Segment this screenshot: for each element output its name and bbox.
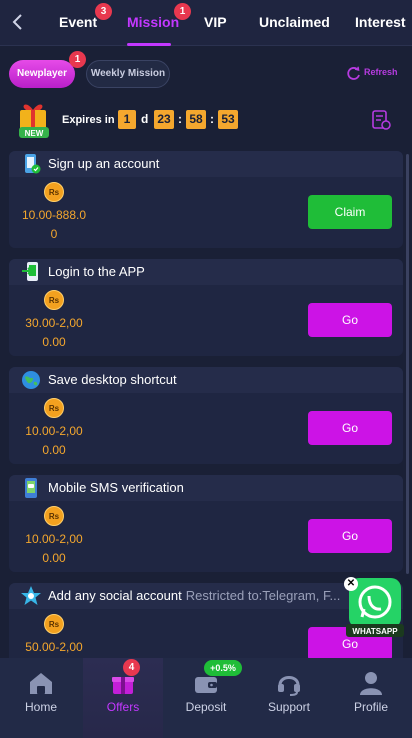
reward-range-tail: 0.00 <box>42 443 66 457</box>
reward-range: 10.00-2,00 <box>25 532 83 546</box>
card-header: Mobile SMS verification <box>9 475 403 501</box>
rupee-coin-icon: Rs <box>44 182 64 202</box>
newplayer-pill[interactable]: Newplayer <box>9 60 75 88</box>
nav-label: Support <box>267 700 311 714</box>
nav-label: Home <box>24 700 57 714</box>
mission-title: Sign up an account <box>48 156 160 171</box>
mission-title: Save desktop shortcut <box>48 372 177 387</box>
newplayer-badge: 1 <box>69 51 86 68</box>
claim-button[interactable]: Claim <box>308 195 392 229</box>
go-button[interactable]: Go <box>308 303 392 337</box>
rupee-coin-icon: Rs <box>44 290 64 310</box>
tab-event[interactable]: Event <box>59 14 97 30</box>
mission-title: Add any social account Restricted to:Tele… <box>48 588 340 603</box>
new-gift-icon: NEW <box>14 100 56 140</box>
close-icon[interactable]: ✕ <box>344 577 358 591</box>
mission-card: Sign up an account Rs 10.00-888.0 0 Clai… <box>9 151 403 248</box>
phone-login-icon <box>20 261 42 283</box>
deposit-bonus-badge: +0.5% <box>204 660 242 676</box>
reward-range: 10.00-888.0 <box>21 208 87 222</box>
timer-colon: : <box>210 112 214 126</box>
weekly-mission-pill[interactable]: Weekly Mission <box>86 60 170 88</box>
phone-check-icon <box>20 153 42 175</box>
tab-interest[interactable]: Interest <box>355 14 406 30</box>
timer-hours: 23 <box>154 110 174 129</box>
offers-badge: 4 <box>123 659 140 676</box>
timer-days: 1 <box>118 110 136 129</box>
timer-day-unit: d <box>141 112 149 126</box>
mission-badge: 1 <box>174 3 191 20</box>
rupee-coin-icon: Rs <box>44 614 64 634</box>
mission-card: Login to the APP Rs 30.00-2,00 0.00 Go <box>9 259 403 356</box>
nav-home[interactable]: Home <box>0 658 82 738</box>
headset-icon <box>275 669 303 697</box>
nav-profile[interactable]: Profile <box>330 658 412 738</box>
reward-range-tail: 0.00 <box>42 551 66 565</box>
restriction-note: Restricted to:Telegram, F... <box>185 588 341 603</box>
rupee-coin-icon: Rs <box>44 506 64 526</box>
event-badge: 3 <box>95 3 112 20</box>
reward-range: 30.00-2,00 <box>25 316 83 330</box>
phone-sms-icon <box>20 477 42 499</box>
mission-card: Save desktop shortcut Rs 10.00-2,00 0.00… <box>9 367 403 464</box>
home-icon <box>27 669 55 697</box>
timer-colon: : <box>178 112 182 126</box>
reward-range: 50.00-2,00 <box>25 640 83 654</box>
mission-title: Login to the APP <box>48 264 145 279</box>
timer-minutes: 58 <box>186 110 206 129</box>
back-arrow-icon[interactable] <box>8 12 28 32</box>
whatsapp-label: WHATSAPP <box>352 627 398 636</box>
mission-title-text: Add any social account <box>48 588 182 603</box>
reward-range-tail: 0.00 <box>42 335 66 349</box>
nav-label: Deposit <box>185 700 227 714</box>
tab-unclaimed[interactable]: Unclaimed <box>259 14 330 30</box>
card-header: Login to the APP <box>9 259 403 285</box>
refresh-icon[interactable] <box>346 66 361 81</box>
social-icon <box>20 585 42 607</box>
expires-label: Expires in <box>62 114 115 126</box>
reward-range: 10.00-2,00 <box>25 424 83 438</box>
rupee-coin-icon: Rs <box>44 398 64 418</box>
nav-label: Profile <box>353 700 388 714</box>
scrollbar[interactable] <box>406 154 409 574</box>
nav-support[interactable]: Support <box>248 658 330 738</box>
active-tab-indicator <box>127 43 171 46</box>
refresh-button[interactable]: Refresh <box>364 67 398 77</box>
go-button[interactable]: Go <box>308 411 392 445</box>
nav-label: Offers <box>106 700 140 714</box>
history-list-icon[interactable] <box>370 109 392 131</box>
timer-seconds: 53 <box>218 110 238 129</box>
mission-title: Mobile SMS verification <box>48 480 184 495</box>
tab-mission[interactable]: Mission <box>127 14 179 30</box>
tab-vip[interactable]: VIP <box>204 14 227 30</box>
card-header: Save desktop shortcut <box>9 367 403 393</box>
reward-range-tail: 0 <box>50 227 58 241</box>
card-header: Sign up an account <box>9 151 403 177</box>
mission-card: Mobile SMS verification Rs 10.00-2,00 0.… <box>9 475 403 572</box>
top-tab-bar: Event 3 Mission 1 VIP Unclaimed Interest <box>0 0 412 46</box>
new-tag: NEW <box>25 129 44 138</box>
globe-icon <box>20 369 42 391</box>
go-button[interactable]: Go <box>308 519 392 553</box>
person-icon <box>357 669 385 697</box>
